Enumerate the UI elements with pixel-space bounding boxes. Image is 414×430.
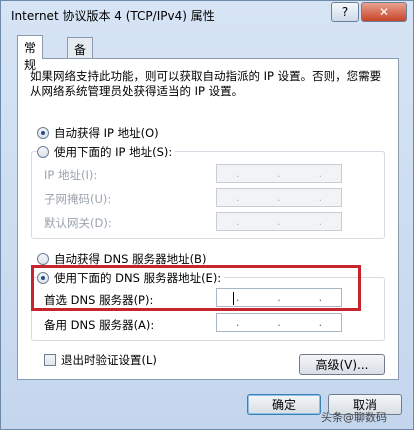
highlight-box	[31, 265, 361, 311]
alternate-dns-label: 备用 DNS 服务器(A):	[44, 318, 155, 332]
tcpip-properties-dialog: Internet 协议版本 4 (TCP/IPv4) 属性 ? ✕ 常规 备用配…	[0, 0, 414, 430]
ip-auto-option[interactable]: 自动获得 IP 地址(O)	[37, 125, 159, 141]
alternate-dns-field[interactable]: ...	[216, 313, 342, 332]
help-button[interactable]: ?	[331, 2, 359, 22]
ip-manual-radio[interactable]	[37, 146, 49, 158]
subnet-mask-label: 子网掩码(U):	[44, 192, 112, 206]
ok-button[interactable]: 确定	[247, 394, 321, 415]
validate-checkbox[interactable]	[44, 354, 56, 366]
title-bar: Internet 协议版本 4 (TCP/IPv4) 属性 ? ✕	[1, 1, 413, 29]
tab-general[interactable]: 常规	[17, 35, 44, 72]
ip-address-field[interactable]: ...	[216, 164, 342, 183]
watermark-text: 头条@聊数码	[321, 411, 387, 424]
ip-auto-radio[interactable]	[37, 127, 49, 139]
subnet-mask-field[interactable]: ...	[216, 188, 342, 207]
advanced-button[interactable]: 高级(V)...	[299, 354, 385, 375]
dns-auto-radio[interactable]	[37, 253, 49, 265]
window-title: Internet 协议版本 4 (TCP/IPv4) 属性	[11, 9, 215, 23]
ip-manual-label: 使用下面的 IP 地址(S):	[54, 145, 173, 159]
default-gateway-field[interactable]: ...	[216, 212, 342, 231]
close-button[interactable]: ✕	[361, 2, 407, 22]
validate-option[interactable]: 退出时验证设置(L)	[44, 352, 157, 368]
default-gateway-label: 默认网关(D):	[44, 216, 112, 230]
description-text: 如果网络支持此功能，则可以获取自动指派的 IP 设置。否则，您需要从网络系统管理…	[30, 69, 382, 98]
close-icon: ✕	[378, 5, 390, 19]
ip-auto-label: 自动获得 IP 地址(O)	[54, 126, 159, 140]
validate-label: 退出时验证设置(L)	[61, 353, 157, 367]
ip-manual-option[interactable]: 使用下面的 IP 地址(S):	[37, 144, 176, 160]
ip-address-label: IP 地址(I):	[44, 168, 98, 182]
tab-alternate-config[interactable]: 备用配置	[67, 37, 94, 108]
